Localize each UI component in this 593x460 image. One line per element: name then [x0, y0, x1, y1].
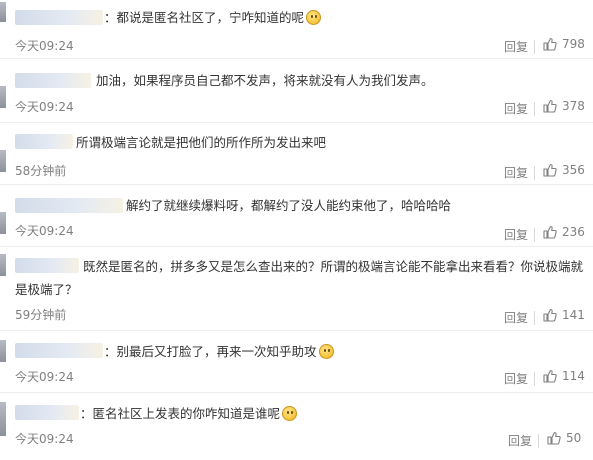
- like-count: 114: [562, 369, 585, 383]
- thumbs-up-icon: [543, 308, 557, 322]
- comment-item: 所谓极端言论就是把他们的所作所为发出来吧 58分钟前 回复 356: [0, 122, 593, 185]
- like-button[interactable]: 114: [543, 369, 585, 383]
- comment-time: 今天09:24: [15, 100, 74, 114]
- reply-button[interactable]: 回复: [504, 370, 528, 387]
- thumbs-up-icon: [543, 99, 557, 113]
- comment-text: ：都说是匿名社区了，宁咋知道的呢: [104, 6, 322, 29]
- like-button[interactable]: 798: [543, 37, 585, 51]
- comment-text: 所谓极端言论就是把他们的所作所为发出来吧: [76, 131, 326, 154]
- like-count: 141: [562, 308, 585, 322]
- thumbs-up-icon: [543, 163, 557, 177]
- action-divider: [534, 40, 535, 54]
- comment-item: 加油，如果程序员自己都不发声，将来就没有人为我们发声。 今天09:24 回复 3…: [0, 58, 593, 123]
- comment-time: 今天09:24: [15, 370, 74, 384]
- like-button[interactable]: 141: [543, 308, 585, 322]
- comment-item: 解约了就继续爆料呀，都解约了没人能约束他了，哈哈哈哈 今天09:24 回复 23…: [0, 184, 593, 247]
- comment-item: 既然是匿名的，拼多多又是怎么查出来的？所谓的极端言论能不能拿出来看看？你说极端就…: [0, 246, 593, 331]
- action-divider: [534, 228, 535, 242]
- smirk-emoji-icon: [282, 406, 298, 421]
- avatar[interactable]: [0, 340, 6, 362]
- like-button[interactable]: 236: [543, 225, 585, 239]
- like-button[interactable]: 378: [543, 99, 585, 113]
- avatar[interactable]: [0, 2, 6, 22]
- reply-button[interactable]: 回复: [504, 164, 528, 181]
- thumbs-up-icon: [543, 225, 557, 239]
- user-name-blurred[interactable]: [15, 343, 103, 358]
- thumbs-up-icon: [543, 369, 557, 383]
- action-divider: [534, 311, 535, 325]
- comment-text: 既然是匿名的，拼多多又是怎么查出来的？所谓的极端言论能不能拿出来看看？你说极端就…: [15, 255, 583, 301]
- reply-button[interactable]: 回复: [504, 309, 528, 326]
- comment-text: 加油，如果程序员自己都不发声，将来就没有人为我们发声。: [96, 69, 434, 92]
- comment-time: 59分钟前: [15, 308, 67, 322]
- comment-item: ：匿名社区上发表的你咋知道是谁呢 今天09:24 回复 50: [0, 392, 593, 460]
- action-divider: [538, 434, 539, 448]
- action-divider: [534, 166, 535, 180]
- grin-emoji-icon: [318, 344, 334, 359]
- like-count: 356: [562, 163, 585, 177]
- comment-item: ：别最后又打脸了，再来一次知乎助攻 今天09:24 回复 114: [0, 330, 593, 393]
- like-count: 50: [566, 431, 582, 445]
- comment-text-content: ：都说是匿名社区了，宁咋知道的呢: [104, 10, 305, 25]
- comment-text: 解约了就继续爆料呀，都解约了没人能约束他了，哈哈哈哈: [126, 194, 451, 217]
- comment-time: 58分钟前: [15, 164, 67, 178]
- action-divider: [534, 372, 535, 386]
- comment-text: ：匿名社区上发表的你咋知道是谁呢: [80, 402, 298, 425]
- comment-time: 今天09:24: [15, 432, 74, 446]
- action-divider: [534, 102, 535, 116]
- thumbs-up-icon: [547, 431, 561, 445]
- like-button[interactable]: 50: [547, 431, 581, 445]
- comment-text-content: 既然是匿名的，拼多多又是怎么查出来的？所谓的极端言论能不能拿出来看看？你说极端就…: [15, 259, 584, 297]
- user-name-blurred[interactable]: [15, 10, 103, 25]
- reply-button[interactable]: 回复: [504, 100, 528, 117]
- comment-text-content: 解约了就继续爆料呀，都解约了没人能约束他了，哈哈哈哈: [126, 198, 452, 213]
- user-name-blurred[interactable]: [15, 134, 73, 149]
- comment-item: ：都说是匿名社区了，宁咋知道的呢 今天09:24 回复 798: [0, 0, 593, 59]
- avatar[interactable]: [0, 150, 6, 172]
- avatar[interactable]: [0, 402, 6, 436]
- comment-text: ：别最后又打脸了，再来一次知乎助攻: [104, 340, 334, 363]
- comment-time: 今天09:24: [15, 224, 74, 238]
- comment-text-content: 加油，如果程序员自己都不发声，将来就没有人为我们发声。: [96, 73, 434, 88]
- thinking-emoji-icon: [306, 10, 322, 25]
- reply-button[interactable]: 回复: [504, 226, 528, 243]
- user-name-blurred[interactable]: [15, 405, 79, 420]
- like-count: 798: [562, 37, 585, 51]
- like-count: 236: [562, 225, 585, 239]
- user-name-blurred[interactable]: [15, 73, 91, 88]
- like-count: 378: [562, 99, 585, 113]
- comment-time: 今天09:24: [15, 39, 74, 53]
- avatar[interactable]: [0, 86, 6, 108]
- avatar[interactable]: [0, 254, 6, 276]
- comment-text-content: 所谓极端言论就是把他们的所作所为发出来吧: [76, 135, 327, 150]
- comment-text-content: ：匿名社区上发表的你咋知道是谁呢: [80, 406, 281, 421]
- thumbs-up-icon: [543, 37, 557, 51]
- reply-button[interactable]: 回复: [508, 432, 532, 449]
- avatar[interactable]: [0, 212, 6, 234]
- user-name-blurred[interactable]: [15, 198, 123, 213]
- like-button[interactable]: 356: [543, 163, 585, 177]
- reply-button[interactable]: 回复: [504, 38, 528, 55]
- comment-text-content: ：别最后又打脸了，再来一次知乎助攻: [104, 344, 317, 359]
